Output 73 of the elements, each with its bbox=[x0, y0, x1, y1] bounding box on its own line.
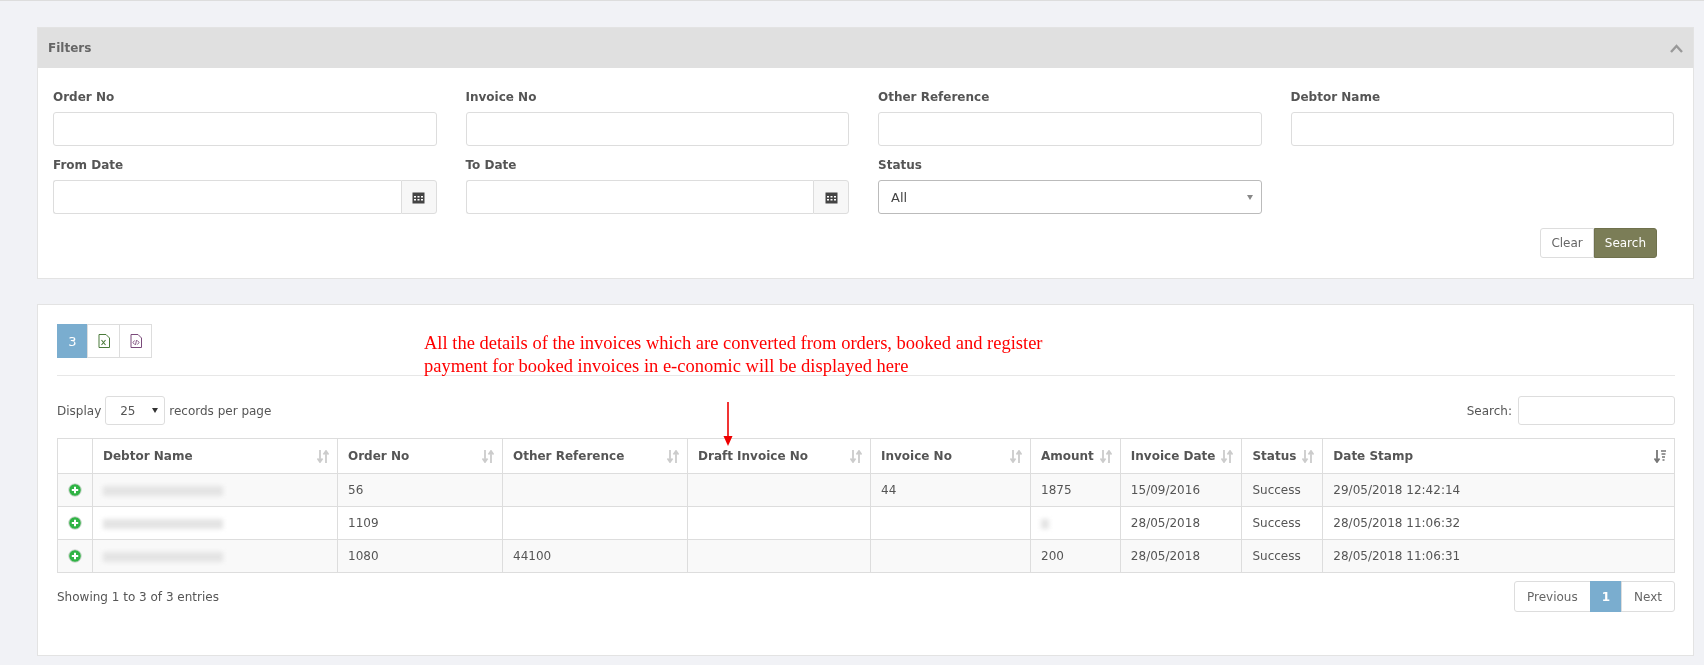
table-cell: Success bbox=[1252, 549, 1301, 563]
table-cell: 28/05/2018 bbox=[1130, 516, 1201, 530]
table-cell: Success bbox=[1252, 483, 1301, 497]
table-cell: 1109 bbox=[348, 516, 379, 530]
sort-icon[interactable] bbox=[1221, 449, 1234, 463]
sort-icon[interactable] bbox=[482, 449, 494, 463]
expand-row-icon[interactable] bbox=[68, 483, 82, 498]
date-input-field[interactable] bbox=[53, 180, 401, 214]
column-header[interactable]: Order No bbox=[337, 438, 503, 474]
annotation-arrow bbox=[723, 402, 733, 446]
excel-export-button[interactable] bbox=[87, 324, 120, 358]
column-header[interactable]: Date Stamp bbox=[1322, 438, 1675, 474]
annotation-text: All the details of the invoices which are converted from orders, booked and register payment for booked invoices in e-conomic will be displayed here bbox=[424, 332, 1044, 378]
search-label: Search: bbox=[1466, 403, 1512, 418]
table-cell: 200 bbox=[1041, 549, 1064, 563]
records-label: records per page bbox=[169, 403, 272, 418]
column-header[interactable]: Invoice No bbox=[870, 438, 1031, 474]
calendar-icon[interactable] bbox=[813, 180, 849, 214]
table-cell: 28/05/2018 bbox=[1130, 549, 1201, 563]
column-header[interactable]: Invoice Date bbox=[1120, 438, 1242, 474]
table-cell: Success bbox=[1252, 516, 1301, 530]
sort-icon[interactable] bbox=[1302, 449, 1315, 463]
next-button[interactable]: Next bbox=[1621, 581, 1675, 612]
caret-icon bbox=[1246, 194, 1253, 200]
input-field[interactable] bbox=[1290, 112, 1674, 146]
table-cell: 28/05/2018 11:06:31 bbox=[1333, 549, 1461, 563]
search-button[interactable]: Search bbox=[1593, 228, 1657, 258]
spreadsheet-file-icon bbox=[97, 334, 110, 348]
input-field[interactable] bbox=[878, 112, 1262, 146]
calendar-icon[interactable] bbox=[400, 180, 437, 214]
previous-button[interactable]: Previous bbox=[1513, 581, 1591, 612]
search-field[interactable] bbox=[1518, 396, 1675, 425]
column-header[interactable]: Draft Invoice No bbox=[687, 438, 871, 474]
input-field[interactable] bbox=[465, 112, 849, 146]
pdf-export-button[interactable] bbox=[119, 324, 152, 358]
field-label: From Date bbox=[53, 157, 125, 174]
field-label: Order No bbox=[53, 89, 116, 106]
field-label: Invoice No bbox=[465, 89, 538, 106]
sort-icon[interactable] bbox=[667, 449, 679, 463]
code-file-icon bbox=[129, 334, 142, 348]
sort-icon[interactable] bbox=[317, 449, 329, 463]
table-cell: 44 bbox=[881, 483, 897, 497]
expand-row-icon[interactable] bbox=[68, 516, 82, 531]
column-header[interactable]: Amount bbox=[1030, 438, 1121, 474]
expand-row-icon[interactable] bbox=[68, 549, 82, 564]
sort-icon[interactable] bbox=[1099, 449, 1112, 463]
table-cell: 44100 bbox=[513, 549, 552, 563]
entries-info: Showing 1 to 3 of 3 entries bbox=[57, 589, 219, 604]
input-field[interactable] bbox=[53, 112, 437, 146]
table-cell: 1875 bbox=[1041, 483, 1072, 497]
field-label: To Date bbox=[465, 157, 518, 174]
field-label: Status bbox=[878, 157, 923, 174]
column-header[interactable]: Status bbox=[1241, 438, 1323, 474]
sort-descending-icon[interactable] bbox=[1654, 449, 1666, 463]
table-cell: 15/09/2016 bbox=[1130, 483, 1201, 497]
sort-icon[interactable] bbox=[1010, 449, 1022, 463]
table-cell: 28/05/2018 11:06:32 bbox=[1333, 516, 1461, 530]
date-input-field[interactable] bbox=[465, 180, 813, 214]
caret-icon bbox=[152, 408, 159, 413]
status-dropdown[interactable]: All bbox=[878, 180, 1262, 214]
sort-icon[interactable] bbox=[850, 449, 862, 463]
collapse-chevron-icon[interactable] bbox=[1670, 43, 1683, 53]
display-label: Display bbox=[57, 403, 102, 418]
field-label: Other Reference bbox=[878, 89, 991, 106]
table-cell: 29/05/2018 12:42:14 bbox=[1333, 483, 1461, 497]
clear-button[interactable]: Clear bbox=[1540, 228, 1594, 258]
field-label: Debtor Name bbox=[1290, 89, 1382, 106]
table-cell: 56 bbox=[348, 483, 364, 497]
column-header[interactable]: Other Reference bbox=[502, 438, 688, 474]
table-cell: 1080 bbox=[348, 549, 379, 563]
panel-title: Filters bbox=[48, 41, 92, 55]
page-length-dropdown[interactable]: 25 bbox=[105, 396, 166, 425]
column-header[interactable]: Debtor Name bbox=[92, 438, 338, 474]
